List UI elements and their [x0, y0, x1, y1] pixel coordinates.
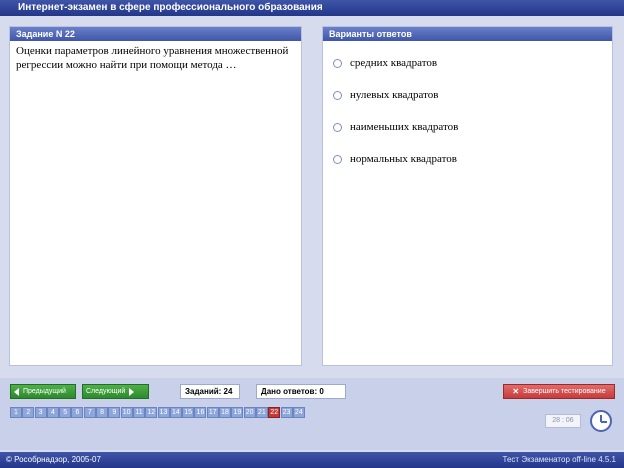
page-navigator: 1 2 3 4 5 6 7 8 9 10 11 12 13 14 15 16 17 18 19 20 21 22 23 24 — [10, 407, 305, 418]
page-button[interactable]: 15 — [182, 407, 195, 418]
answer-option-3[interactable]: наименьших квадратов — [333, 120, 458, 134]
page-button[interactable]: 8 — [96, 407, 109, 418]
answer-label: нормальных квадратов — [350, 153, 457, 165]
question-text: Оценки параметров линейного уравнения мн… — [16, 45, 289, 71]
page-button[interactable]: 2 — [22, 407, 35, 418]
page-button[interactable]: 13 — [157, 407, 170, 418]
answer-option-4[interactable]: нормальных квадратов — [333, 152, 457, 166]
page-button[interactable]: 12 — [145, 407, 158, 418]
answer-option-2[interactable]: нулевых квадратов — [333, 88, 438, 102]
answers-panel: Варианты ответов средних квадратов нулев… — [322, 26, 613, 366]
version-text: Тест Экзаменатор off-line 4.5.1 — [502, 455, 616, 464]
copyright-text: © Рособрнадзор, 2005-07 — [6, 455, 101, 464]
page-button[interactable]: 3 — [34, 407, 47, 418]
page-button[interactable]: 23 — [280, 407, 293, 418]
page-button[interactable]: 16 — [194, 407, 207, 418]
radio-button[interactable] — [333, 90, 342, 100]
answer-label: средних квадратов — [350, 57, 438, 69]
answers-header: Варианты ответов — [323, 27, 612, 41]
triangle-left-icon — [14, 387, 19, 396]
answer-option-1[interactable]: средних квадратов — [333, 56, 437, 70]
page-button[interactable]: 14 — [169, 407, 182, 418]
tasks-count: Заданий: 24 — [180, 384, 240, 399]
page-button[interactable]: 6 — [71, 407, 84, 418]
window-title: Интернет-экзамен в сфере профессионально… — [0, 0, 624, 16]
finish-test-button[interactable]: ✕ Завершить тестирование — [503, 384, 615, 399]
page-button[interactable]: 20 — [243, 407, 256, 418]
finish-button-label: Завершить тестирование — [523, 388, 606, 395]
prev-button-label: Предыдущий — [23, 388, 66, 395]
answer-label: наименьших квадратов — [350, 121, 459, 133]
runner-icon: ✕ — [512, 387, 520, 396]
page-button[interactable]: 18 — [219, 407, 232, 418]
answers-given-count: Дано ответов: 0 — [256, 384, 346, 399]
page-button[interactable]: 9 — [108, 407, 121, 418]
triangle-right-icon — [129, 387, 135, 396]
next-button[interactable]: Следующий — [82, 384, 149, 399]
next-button-label: Следующий — [86, 388, 126, 395]
radio-button[interactable] — [333, 154, 342, 164]
timer: 28 : 06 — [545, 414, 581, 428]
page-button[interactable]: 19 — [231, 407, 244, 418]
page-button[interactable]: 7 — [83, 407, 96, 418]
question-panel: Задание N 22 Оценки параметров линейного… — [9, 26, 302, 366]
clock-hand-minute — [601, 421, 607, 423]
answer-label: нулевых квадратов — [350, 89, 439, 101]
clock-icon — [590, 410, 612, 432]
page-button[interactable]: 24 — [292, 407, 305, 418]
radio-button[interactable] — [333, 122, 342, 132]
page-button[interactable]: 4 — [46, 407, 59, 418]
page-button[interactable]: 11 — [132, 407, 145, 418]
page-button[interactable]: 17 — [206, 407, 219, 418]
status-bar: © Рособрнадзор, 2005-07 Тест Экзаменатор… — [0, 452, 624, 468]
prev-button[interactable]: Предыдущий — [10, 384, 76, 399]
page-button[interactable]: 5 — [59, 407, 72, 418]
page-button[interactable]: 10 — [120, 407, 133, 418]
page-button[interactable]: 1 — [10, 407, 22, 418]
page-button[interactable]: 22 — [268, 407, 281, 418]
page-button[interactable]: 21 — [255, 407, 268, 418]
radio-button[interactable] — [333, 58, 342, 68]
question-header: Задание N 22 — [10, 27, 301, 41]
